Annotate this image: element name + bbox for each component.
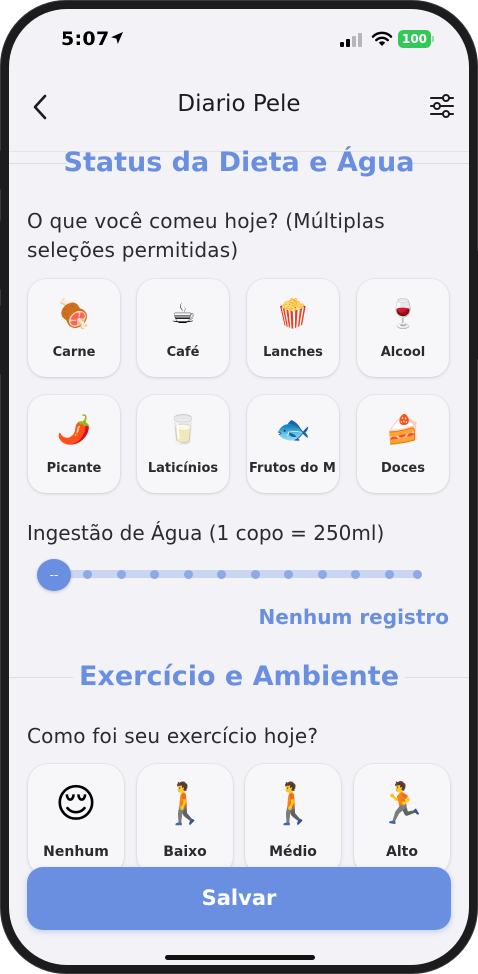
water-slider-step[interactable] (251, 570, 260, 579)
exercise-question: Como foi seu exercício hoje? (27, 724, 319, 748)
food-option-doces[interactable]: 🍰 Doces (357, 395, 449, 493)
volume-up-button (0, 220, 4, 290)
sliders-icon[interactable] (429, 93, 455, 119)
water-slider-step[interactable] (83, 570, 92, 579)
battery-cap (432, 36, 434, 42)
food-option-carne[interactable]: 🍖 Carne (28, 279, 120, 377)
exercise-option-medio[interactable]: 🚶 Médio (245, 764, 341, 876)
coffee-icon: ☕ (170, 297, 196, 330)
page-title: Diario Pele (177, 91, 301, 117)
power-button (474, 250, 478, 360)
water-slider-step[interactable] (217, 570, 226, 579)
walking-person-icon: 🚶 (160, 781, 210, 827)
relieved-face-icon: 😌 (55, 781, 97, 827)
food-option-alcool[interactable]: 🍷 Álcool (357, 279, 449, 377)
wifi-icon (371, 31, 393, 46)
brisk-walking-person-icon: 🚶 (268, 781, 318, 827)
exercise-option-label: Baixo (163, 844, 207, 860)
water-slider-knob[interactable]: -- (37, 559, 71, 591)
status-time: 5:07 (61, 28, 110, 50)
water-slider-step[interactable] (284, 570, 293, 579)
running-person-icon: 🏃 (377, 781, 427, 827)
exercise-option-label: Médio (269, 844, 317, 860)
food-option-cafe[interactable]: ☕ Café (137, 279, 229, 377)
water-slider-step[interactable] (413, 570, 422, 579)
cake-icon: 🍰 (385, 413, 421, 446)
location-arrow-icon (111, 32, 123, 44)
exercise-option-label: Nenhum (43, 844, 109, 860)
water-intake-label: Ingestão de Água (1 copo = 250ml) (27, 521, 385, 545)
food-option-frutos-do-mar[interactable]: 🐟 Frutos do M··· (247, 395, 339, 493)
chili-pepper-icon: 🌶️ (56, 413, 92, 446)
water-slider-step[interactable] (150, 570, 159, 579)
exercise-option-baixo[interactable]: 🚶 Baixo (137, 764, 233, 876)
water-slider-track[interactable] (54, 570, 419, 578)
water-slider-step[interactable] (184, 570, 193, 579)
food-option-label: Carne (52, 345, 96, 360)
exercise-option-label: Alto (386, 844, 418, 860)
meat-icon: 🍖 (56, 297, 92, 330)
exercise-option-nenhum[interactable]: 😌 Nenhum (28, 764, 124, 876)
food-option-label: Laticínios (147, 461, 219, 476)
food-option-picante[interactable]: 🌶️ Picante (28, 395, 120, 493)
popcorn-icon: 🍿 (275, 297, 311, 330)
food-option-label: Doces (381, 461, 425, 476)
status-bar: 5:07 100 (9, 9, 469, 67)
volume-down-button (0, 305, 4, 375)
food-option-label: Frutos do M··· (249, 461, 337, 476)
save-button[interactable]: Salvar (27, 867, 451, 930)
exercise-section-title: Exercício e Ambiente (78, 661, 400, 692)
food-option-laticinios[interactable]: 🥛 Laticínios (137, 395, 229, 493)
diet-section-title: Status da Dieta e Água (63, 147, 415, 178)
water-slider-step[interactable] (117, 570, 126, 579)
food-option-label: Picante (46, 461, 102, 476)
exercise-option-alto[interactable]: 🏃 Alto (354, 764, 450, 876)
milk-glass-icon: 🥛 (165, 413, 201, 446)
water-slider-step[interactable] (385, 570, 394, 579)
mute-switch (0, 150, 4, 190)
diet-question: O que você comeu hoje? (Múltiplas seleçõ… (27, 209, 385, 262)
app-screen: 5:07 100 Diario Pele Status da Dieta e Á… (9, 9, 469, 965)
battery-indicator: 100 (398, 30, 431, 48)
food-option-label: Álcool (380, 345, 426, 360)
home-indicator (165, 955, 315, 960)
food-option-label: Lanches (263, 345, 323, 360)
water-slider-step[interactable] (318, 570, 327, 579)
fish-icon: 🐟 (275, 413, 311, 446)
cellular-signal-icon (340, 33, 362, 47)
food-option-lanches[interactable]: 🍿 Lanches (247, 279, 339, 377)
water-status-text: Nenhum registro (258, 605, 450, 629)
wine-glass-icon: 🍷 (385, 297, 421, 330)
food-option-label: Café (166, 345, 200, 360)
water-slider-step[interactable] (351, 570, 360, 579)
